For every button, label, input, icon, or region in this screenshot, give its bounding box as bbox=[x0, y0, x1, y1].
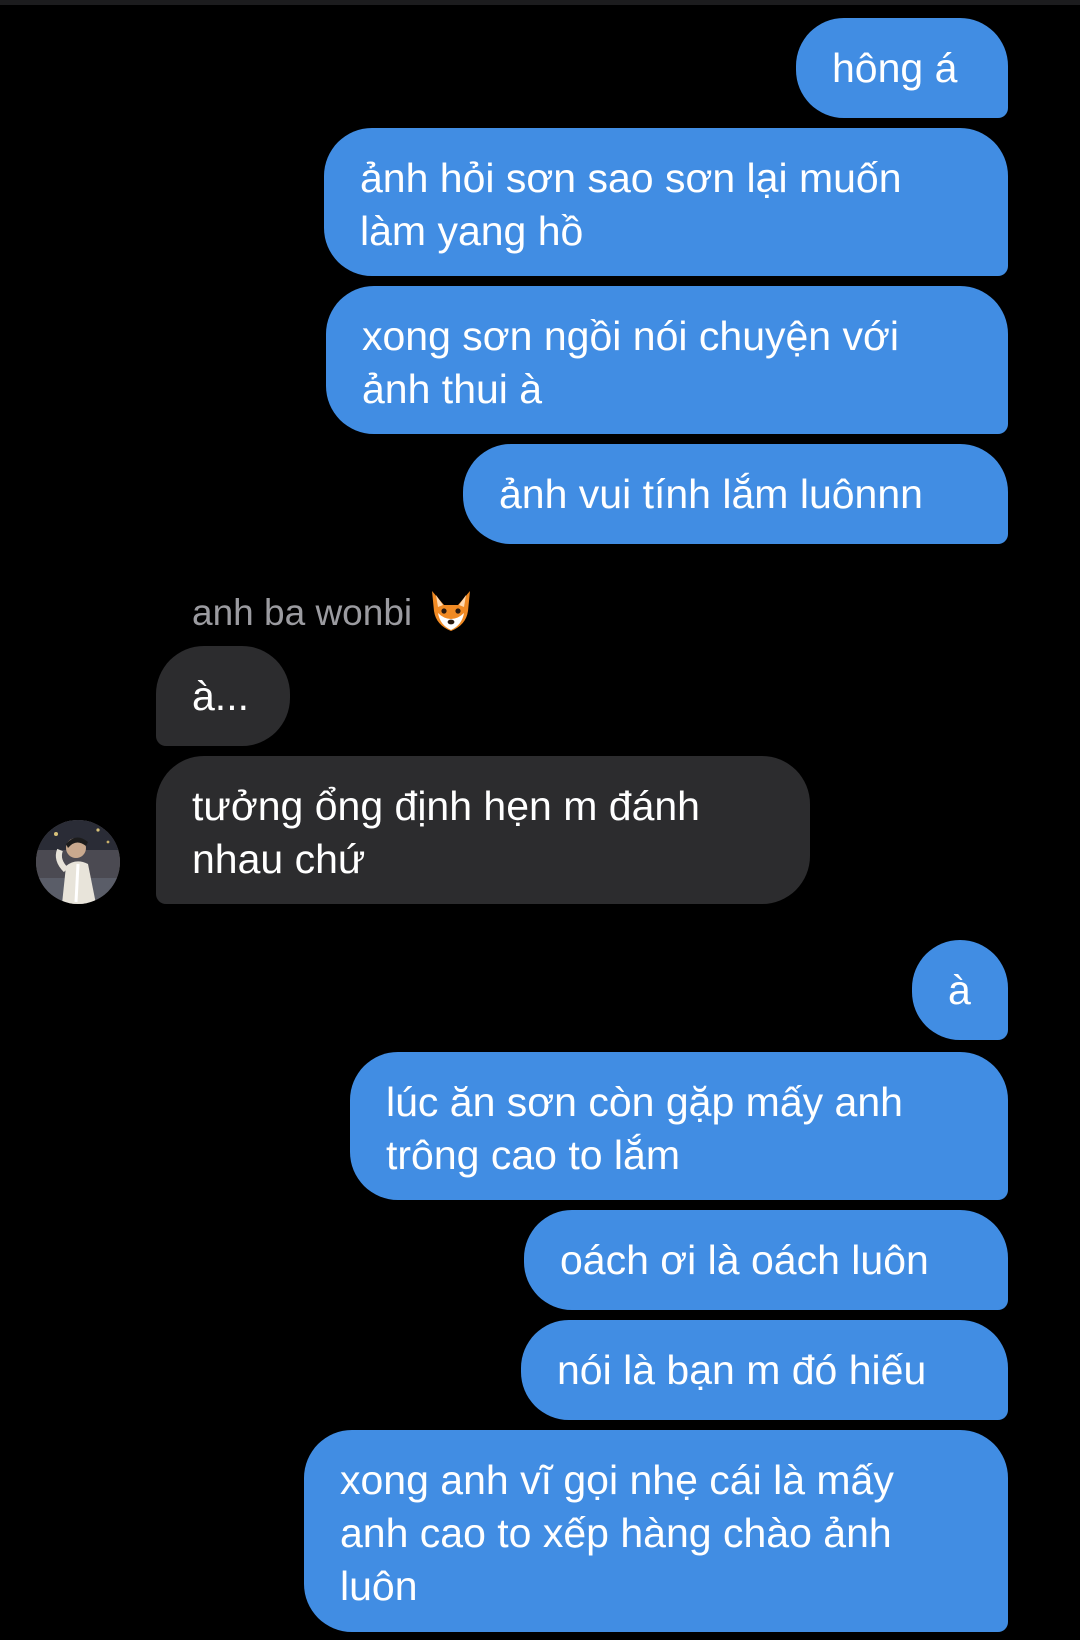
top-edge-divider bbox=[0, 0, 1080, 5]
sender-name-text: anh ba wonbi bbox=[192, 592, 413, 633]
outgoing-message-bubble[interactable]: nói là bạn m đó hiếu bbox=[521, 1320, 1008, 1420]
avatar[interactable] bbox=[36, 820, 120, 904]
outgoing-message-bubble[interactable]: à bbox=[912, 940, 1008, 1040]
outgoing-message-bubble[interactable]: lúc ăn sơn còn gặp mấy anh trông cao to … bbox=[350, 1052, 1008, 1200]
sender-name: anh ba wonbi bbox=[192, 588, 474, 638]
incoming-message-bubble[interactable]: tưởng ổng định hẹn m đánh nhau chứ bbox=[156, 756, 810, 904]
outgoing-message-bubble[interactable]: ảnh vui tính lắm luônnn bbox=[463, 444, 1008, 544]
outgoing-message-bubble[interactable]: oách ơi là oách luôn bbox=[524, 1210, 1008, 1310]
outgoing-message-bubble[interactable]: hông á bbox=[796, 18, 1008, 118]
outgoing-message-bubble[interactable]: ảnh hỏi sơn sao sơn lại muốn làm yang hồ bbox=[324, 128, 1008, 276]
outgoing-message-bubble[interactable]: xong anh vĩ gọi nhẹ cái là mấy anh cao t… bbox=[304, 1430, 1008, 1632]
outgoing-message-bubble[interactable]: xong sơn ngồi nói chuyện với ảnh thui à bbox=[326, 286, 1008, 434]
fox-face-icon bbox=[428, 589, 474, 633]
incoming-message-bubble[interactable]: à... bbox=[156, 646, 290, 746]
